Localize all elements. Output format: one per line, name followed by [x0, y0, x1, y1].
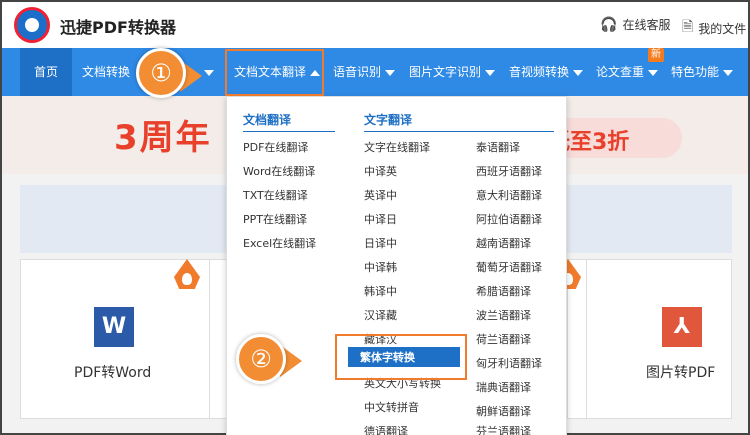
top-header: 迅捷PDF转换器 🎧 在线客服 🗎 我的文件 [2, 2, 748, 48]
menu-item-text-online[interactable]: 文字在线翻译 [364, 139, 430, 155]
menu-item-ppt-translate[interactable]: PPT在线翻译 [243, 211, 307, 227]
nav-thesis-label: 论文查重 [596, 65, 645, 79]
menu-item-zh-en[interactable]: 中译英 [364, 163, 397, 179]
nav-special-label: 特色功能 [671, 65, 720, 79]
my-files-link[interactable]: 🗎 我的文件 [682, 16, 746, 40]
doc-heading-rule [243, 131, 335, 132]
menu-item-hungarian[interactable]: 匈牙利语翻译 [476, 355, 542, 371]
headset-icon: 🎧 [600, 16, 618, 33]
menu-item-finnish[interactable]: 芬兰语翻译 [476, 423, 531, 435]
card-pdf-to-word-label: PDF转Word [74, 365, 152, 381]
menu-item-spanish[interactable]: 西班牙语翻译 [476, 163, 542, 179]
brand-name[interactable]: 迅捷PDF转换器 [60, 14, 176, 38]
menu-item-arabic[interactable]: 阿拉伯语翻译 [476, 211, 542, 227]
menu-item-greek[interactable]: 希腊语翻译 [476, 283, 531, 299]
menu-item-zh-ko[interactable]: 中译韩 [364, 259, 397, 275]
step1-highlight-box [225, 49, 324, 96]
doc-translate-heading: 文档翻译 [243, 113, 292, 127]
chevron-down-icon [723, 69, 734, 76]
translate-dropdown-menu: 文档翻译 文字翻译 PDF在线翻译 Word在线翻译 TXT在线翻译 PPT在线… [226, 96, 567, 435]
nav-doc-convert[interactable]: 文档转换 [82, 48, 130, 96]
menu-item-word-translate[interactable]: Word在线翻译 [243, 163, 315, 179]
file-icon: 🗎 [682, 19, 694, 35]
menu-item-polish[interactable]: 波兰语翻译 [476, 307, 531, 323]
menu-item-en-zh[interactable]: 英译中 [364, 187, 397, 203]
brand-logo-icon[interactable] [14, 7, 50, 43]
menu-item-zh-ja[interactable]: 中译日 [364, 211, 397, 227]
main-nav: 首页 文档转换 文档文本翻译 语音识别 图片文字识别 音视频转换 论文查重 特色… [2, 48, 748, 96]
nav-doc-convert-caret[interactable] [200, 48, 214, 96]
nav-av-convert[interactable]: 音视频转换 [509, 48, 584, 96]
chevron-down-icon [485, 69, 496, 76]
word-icon: W [94, 307, 134, 347]
text-translate-heading: 文字翻译 [364, 113, 413, 127]
nav-av-convert-label: 音视频转换 [509, 65, 570, 79]
menu-item-ja-zh[interactable]: 日译中 [364, 235, 397, 251]
chevron-down-icon [648, 69, 659, 76]
step1-marker: ① [136, 48, 186, 98]
nav-doc-convert-label: 文档转换 [82, 65, 131, 79]
nav-special[interactable]: 特色功能 [671, 48, 734, 96]
card-image-to-pdf-label: 图片转PDF [646, 365, 716, 381]
chevron-down-icon [573, 69, 584, 76]
menu-item-vietnamese[interactable]: 越南语翻译 [476, 235, 531, 251]
menu-item-swedish[interactable]: 瑞典语翻译 [476, 379, 531, 395]
chevron-down-icon [385, 69, 396, 76]
nav-voice[interactable]: 语音识别 [333, 48, 396, 96]
new-badge: 新 [648, 48, 664, 62]
menu-item-ko-zh[interactable]: 韩译中 [364, 283, 397, 299]
step2-marker: ② [236, 334, 286, 384]
nav-voice-label: 语音识别 [333, 65, 382, 79]
nav-image-text[interactable]: 图片文字识别 [409, 48, 496, 96]
menu-item-dutch[interactable]: 荷兰语翻译 [476, 331, 531, 347]
menu-item-txt-translate[interactable]: TXT在线翻译 [243, 187, 308, 203]
card-image-to-pdf[interactable] [586, 259, 732, 419]
menu-item-german[interactable]: 德语翻译 [364, 423, 408, 435]
menu-item-portuguese[interactable]: 葡萄牙语翻译 [476, 259, 542, 275]
online-service-link[interactable]: 🎧 在线客服 [600, 16, 670, 33]
nav-home[interactable]: 首页 [20, 48, 73, 96]
online-service-label: 在线客服 [622, 18, 671, 32]
menu-item-thai[interactable]: 泰语翻译 [476, 139, 520, 155]
my-files-label: 我的文件 [698, 21, 747, 36]
menu-item-italian[interactable]: 意大利语翻译 [476, 187, 542, 203]
menu-item-pinyin[interactable]: 中文转拼音 [364, 399, 419, 415]
menu-item-korean-north[interactable]: 朝鲜语翻译 [476, 403, 531, 419]
chevron-down-icon [204, 69, 214, 76]
menu-item-zh-bo[interactable]: 汉译藏 [364, 307, 397, 323]
banner-anniversary-text: 3周年 [114, 118, 212, 158]
menu-item-excel-translate[interactable]: Excel在线翻译 [243, 235, 316, 251]
pdf-icon: ⅄ [662, 307, 702, 347]
text-heading-rule [364, 131, 554, 132]
nav-image-text-label: 图片文字识别 [409, 65, 482, 79]
step2-highlight-box [335, 334, 467, 380]
menu-item-pdf-translate[interactable]: PDF在线翻译 [243, 139, 308, 155]
